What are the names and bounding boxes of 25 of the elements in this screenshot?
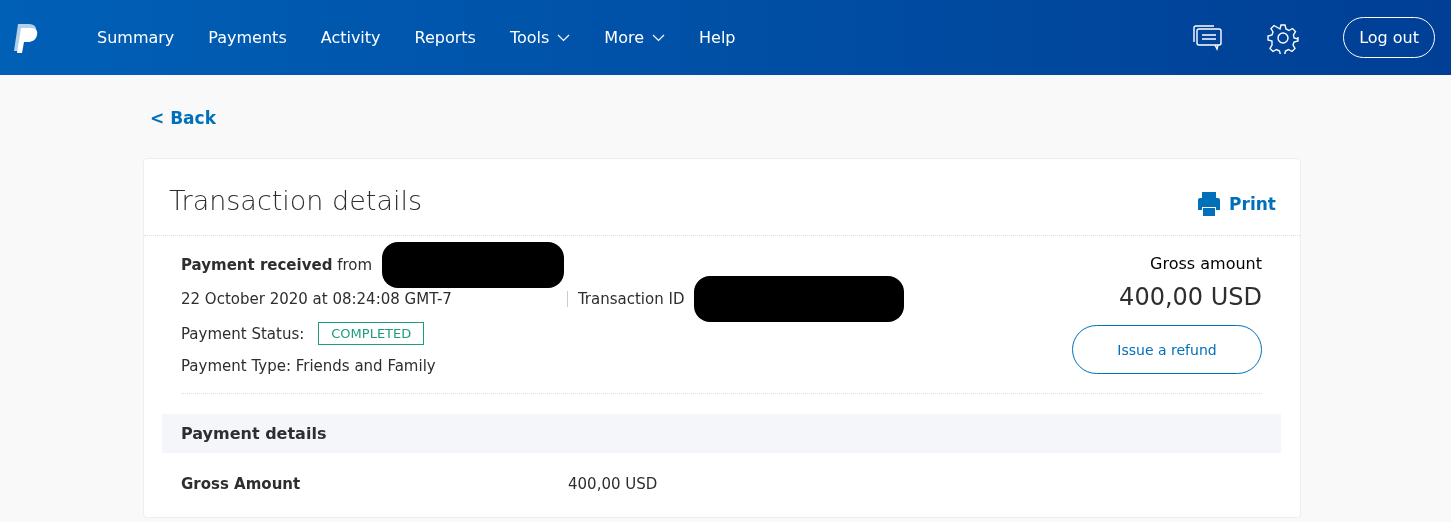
payment-received-text: Payment received from <box>181 256 373 274</box>
status-label: Payment Status: <box>181 324 305 343</box>
nav-link[interactable]: More <box>587 28 683 47</box>
settings-icon[interactable] <box>1267 21 1300 54</box>
refund-button[interactable]: Issue a refund <box>1072 325 1262 374</box>
back-link[interactable]: < Back <box>150 108 216 128</box>
payment-date: 22 October 2020 at 08:24:08 GMT-7 <box>181 290 452 308</box>
nav-link[interactable]: Summary <box>80 28 192 47</box>
transaction-id-label: Transaction ID <box>577 290 685 308</box>
status-badge: COMPLETED <box>318 322 425 345</box>
payment-type: Payment Type: Friends and Family <box>181 357 437 375</box>
gross-amount-label: Gross amount <box>1150 254 1262 273</box>
detail-label: Gross Amount <box>181 475 302 493</box>
gross-amount: 400,00 USD <box>1119 283 1262 311</box>
messages-icon[interactable] <box>1191 23 1224 52</box>
printer-icon <box>1197 191 1222 217</box>
detail-value: 400,00 USD <box>568 475 659 493</box>
section-header: Payment details <box>162 414 1281 453</box>
nav-link[interactable]: Activity <box>303 28 398 47</box>
nav-link[interactable]: Payments <box>191 28 304 47</box>
nav-link[interactable]: Reports <box>397 28 493 47</box>
print-link[interactable]: Print <box>1197 191 1276 217</box>
page-title: Transaction details <box>169 184 422 216</box>
nav-link[interactable]: Help <box>682 28 753 47</box>
nav-link[interactable]: Tools <box>492 28 588 47</box>
